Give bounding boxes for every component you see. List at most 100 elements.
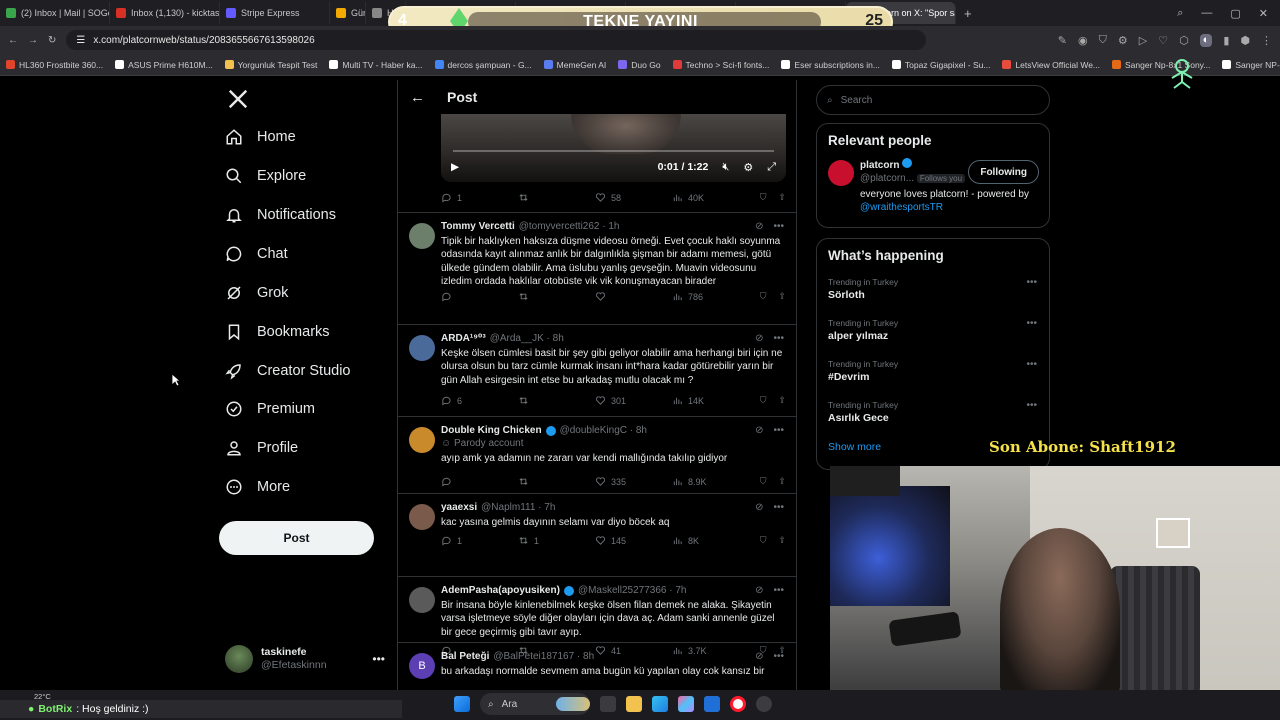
search-tabs-icon[interactable]: ⌕ [1177, 7, 1183, 20]
browser-tab[interactable]: (2) Inbox | Mail | SOGo G [0, 2, 110, 24]
nav-chat[interactable]: Chat [225, 242, 288, 266]
tweet-more-icon[interactable]: ••• [773, 502, 784, 513]
minimize-icon[interactable]: — [1201, 7, 1212, 20]
bookmark-item[interactable]: Sanger NP- [1222, 60, 1280, 70]
share-icon[interactable]: ⇪ [778, 535, 786, 546]
heart-icon[interactable]: ♡ [1158, 34, 1168, 47]
reply-button[interactable]: 1 [441, 192, 518, 203]
settings-icon[interactable]: ⚙ [743, 161, 753, 174]
reply-button[interactable] [441, 476, 518, 487]
gear-icon[interactable]: ⚙ [1118, 34, 1128, 47]
like-button[interactable]: 58 [595, 192, 672, 203]
bookmark-item[interactable]: LetsView Official We... [1002, 60, 1100, 70]
retweet-button[interactable] [518, 192, 595, 203]
tweet-author-handle[interactable]: @Naplm111 · 7h [481, 502, 555, 513]
tweet-more-icon[interactable]: ••• [773, 425, 784, 436]
new-tab-button[interactable]: + [956, 6, 980, 21]
retweet-button[interactable] [518, 476, 595, 487]
nav-premium[interactable]: Premium [225, 397, 315, 421]
tweet-author-name[interactable]: Double King Chicken [441, 425, 542, 436]
trend-item[interactable]: Trending in Turkey Sörloth ••• [817, 273, 1049, 314]
sidebar-icon[interactable]: ▮ [1223, 34, 1229, 47]
bookmark-item[interactable]: Duo Go [618, 60, 661, 70]
views-button[interactable]: 8.9K [672, 476, 752, 487]
play-icon[interactable]: ▷ [1139, 34, 1147, 47]
play-icon[interactable]: ▶ [451, 161, 459, 173]
reply-button[interactable] [441, 291, 518, 302]
avatar[interactable] [409, 427, 435, 453]
tweet-author-name[interactable]: AdemPasha(apoyusiken) [441, 585, 560, 596]
bookmark-item[interactable]: HL360 Frostbite 360... [6, 60, 103, 70]
share-icon[interactable]: ⇪ [778, 192, 786, 203]
nav-notifications[interactable]: Notifications [225, 203, 336, 227]
tweet-author-name[interactable]: ARDA¹⁹⁰³ [441, 333, 486, 344]
views-button[interactable]: 8K [672, 535, 752, 546]
bookmark-item[interactable]: MemeGen AI [543, 60, 606, 70]
trend-more-icon[interactable]: ••• [1026, 400, 1037, 411]
close-window-icon[interactable]: ✕ [1259, 7, 1268, 20]
nav-explore[interactable]: Explore [225, 164, 306, 188]
tweet-more-icon[interactable]: ••• [773, 333, 784, 344]
nav-grok[interactable]: Grok [225, 281, 288, 305]
profile-icon[interactable]: ◐ [1199, 33, 1213, 47]
file-explorer-icon[interactable] [626, 696, 642, 712]
x-logo-icon[interactable] [227, 88, 249, 110]
video-progress-bar[interactable] [453, 150, 774, 152]
bookmark-item[interactable]: Eser subscriptions in... [781, 60, 880, 70]
bio-link[interactable]: @wraithesportsTR [860, 202, 943, 213]
bookmark-icon[interactable]: ⛉ [760, 192, 767, 203]
bookmark-item[interactable]: Multi TV - Haber ka... [329, 60, 423, 70]
store-icon[interactable] [704, 696, 720, 712]
trend-more-icon[interactable]: ••• [1026, 359, 1037, 370]
tweet-author-handle[interactable]: @Arda__JK · 8h [490, 333, 564, 344]
search-input[interactable]: ⌕ Search [816, 85, 1050, 115]
bookmark-icon[interactable]: ⛉ [760, 291, 767, 302]
following-button[interactable]: Following [968, 160, 1039, 184]
account-switcher[interactable]: taskinefe @Efetaskinnn ••• [225, 642, 385, 676]
browser-tab[interactable]: Günd [330, 2, 366, 24]
bookmark-icon[interactable]: ⛉ [760, 395, 767, 406]
bookmark-item[interactable]: dercos şampuan - G... [434, 60, 532, 70]
post-button[interactable]: Post [219, 521, 374, 555]
avatar[interactable] [409, 504, 435, 530]
trend-more-icon[interactable]: ••• [1026, 277, 1037, 288]
reply-tweet[interactable]: Double King Chicken @doubleKingC · 8h ⊘ •••… [398, 417, 796, 494]
windows-start-icon[interactable] [454, 696, 470, 712]
nav-more[interactable]: More [225, 475, 290, 499]
like-button[interactable]: 335 [595, 476, 672, 487]
tweet-author-handle[interactable]: @doubleKingC · 8h [560, 425, 647, 436]
nav-profile[interactable]: Profile [225, 436, 298, 460]
video-player[interactable]: ▶ 0:01 / 1:22 🔇︎ ⚙ ⤢ [441, 114, 786, 182]
nav-home[interactable]: Home [225, 125, 296, 149]
like-button[interactable]: 301 [595, 395, 672, 406]
like-button[interactable] [595, 291, 672, 302]
back-icon[interactable]: ← [8, 35, 18, 46]
avatar[interactable]: B [409, 653, 435, 679]
tweet-author-name[interactable]: Bal Peteği [441, 651, 489, 662]
back-arrow-icon[interactable]: ← [410, 89, 425, 106]
tweet-author-handle[interactable]: @BalPetei187167 · 8h [493, 651, 594, 662]
reply-tweet[interactable]: Tommy Vercetti @tomyvercetti262 · 1h ⊘ ••• T… [398, 213, 796, 325]
fullscreen-icon[interactable]: ⤢ [767, 161, 776, 174]
tweet-author-name[interactable]: yaaexsi [441, 502, 477, 513]
account-more-icon[interactable]: ••• [372, 652, 385, 666]
menu-icon[interactable]: ⋮ [1261, 34, 1272, 47]
browser-tab[interactable]: Stripe Express [220, 2, 330, 24]
grok-explain-icon[interactable]: ⊘ [755, 221, 763, 232]
avatar[interactable] [828, 160, 854, 186]
grok-explain-icon[interactable]: ⊘ [755, 333, 763, 344]
tweet-author-handle[interactable]: @Maskell25277366 · 7h [578, 585, 687, 596]
tweet-author-handle[interactable]: @tomyvercetti262 · 1h [519, 221, 620, 232]
like-button[interactable]: 145 [595, 535, 672, 546]
shield-icon[interactable]: ⛉ [1099, 34, 1107, 47]
task-view-icon[interactable] [600, 696, 616, 712]
reply-tweet[interactable]: ARDA¹⁹⁰³ @Arda__JK · 8h ⊘ ••• Keşke ölsen cü… [398, 325, 796, 417]
trend-item[interactable]: Trending in Turkey alper yılmaz ••• [817, 314, 1049, 355]
cube-icon[interactable]: ⬡ [1179, 34, 1189, 47]
forward-icon[interactable]: → [28, 35, 38, 46]
bookmark-item[interactable]: Topaz Gigapixel - Su... [891, 60, 990, 70]
reply-tweet[interactable]: B Bal Peteği @BalPetei187167 · 8h ⊘ ••• bu ar… [398, 643, 796, 690]
maximize-icon[interactable]: ▢ [1230, 7, 1240, 20]
grok-explain-icon[interactable]: ⊘ [755, 502, 763, 513]
avatar[interactable] [409, 587, 435, 613]
